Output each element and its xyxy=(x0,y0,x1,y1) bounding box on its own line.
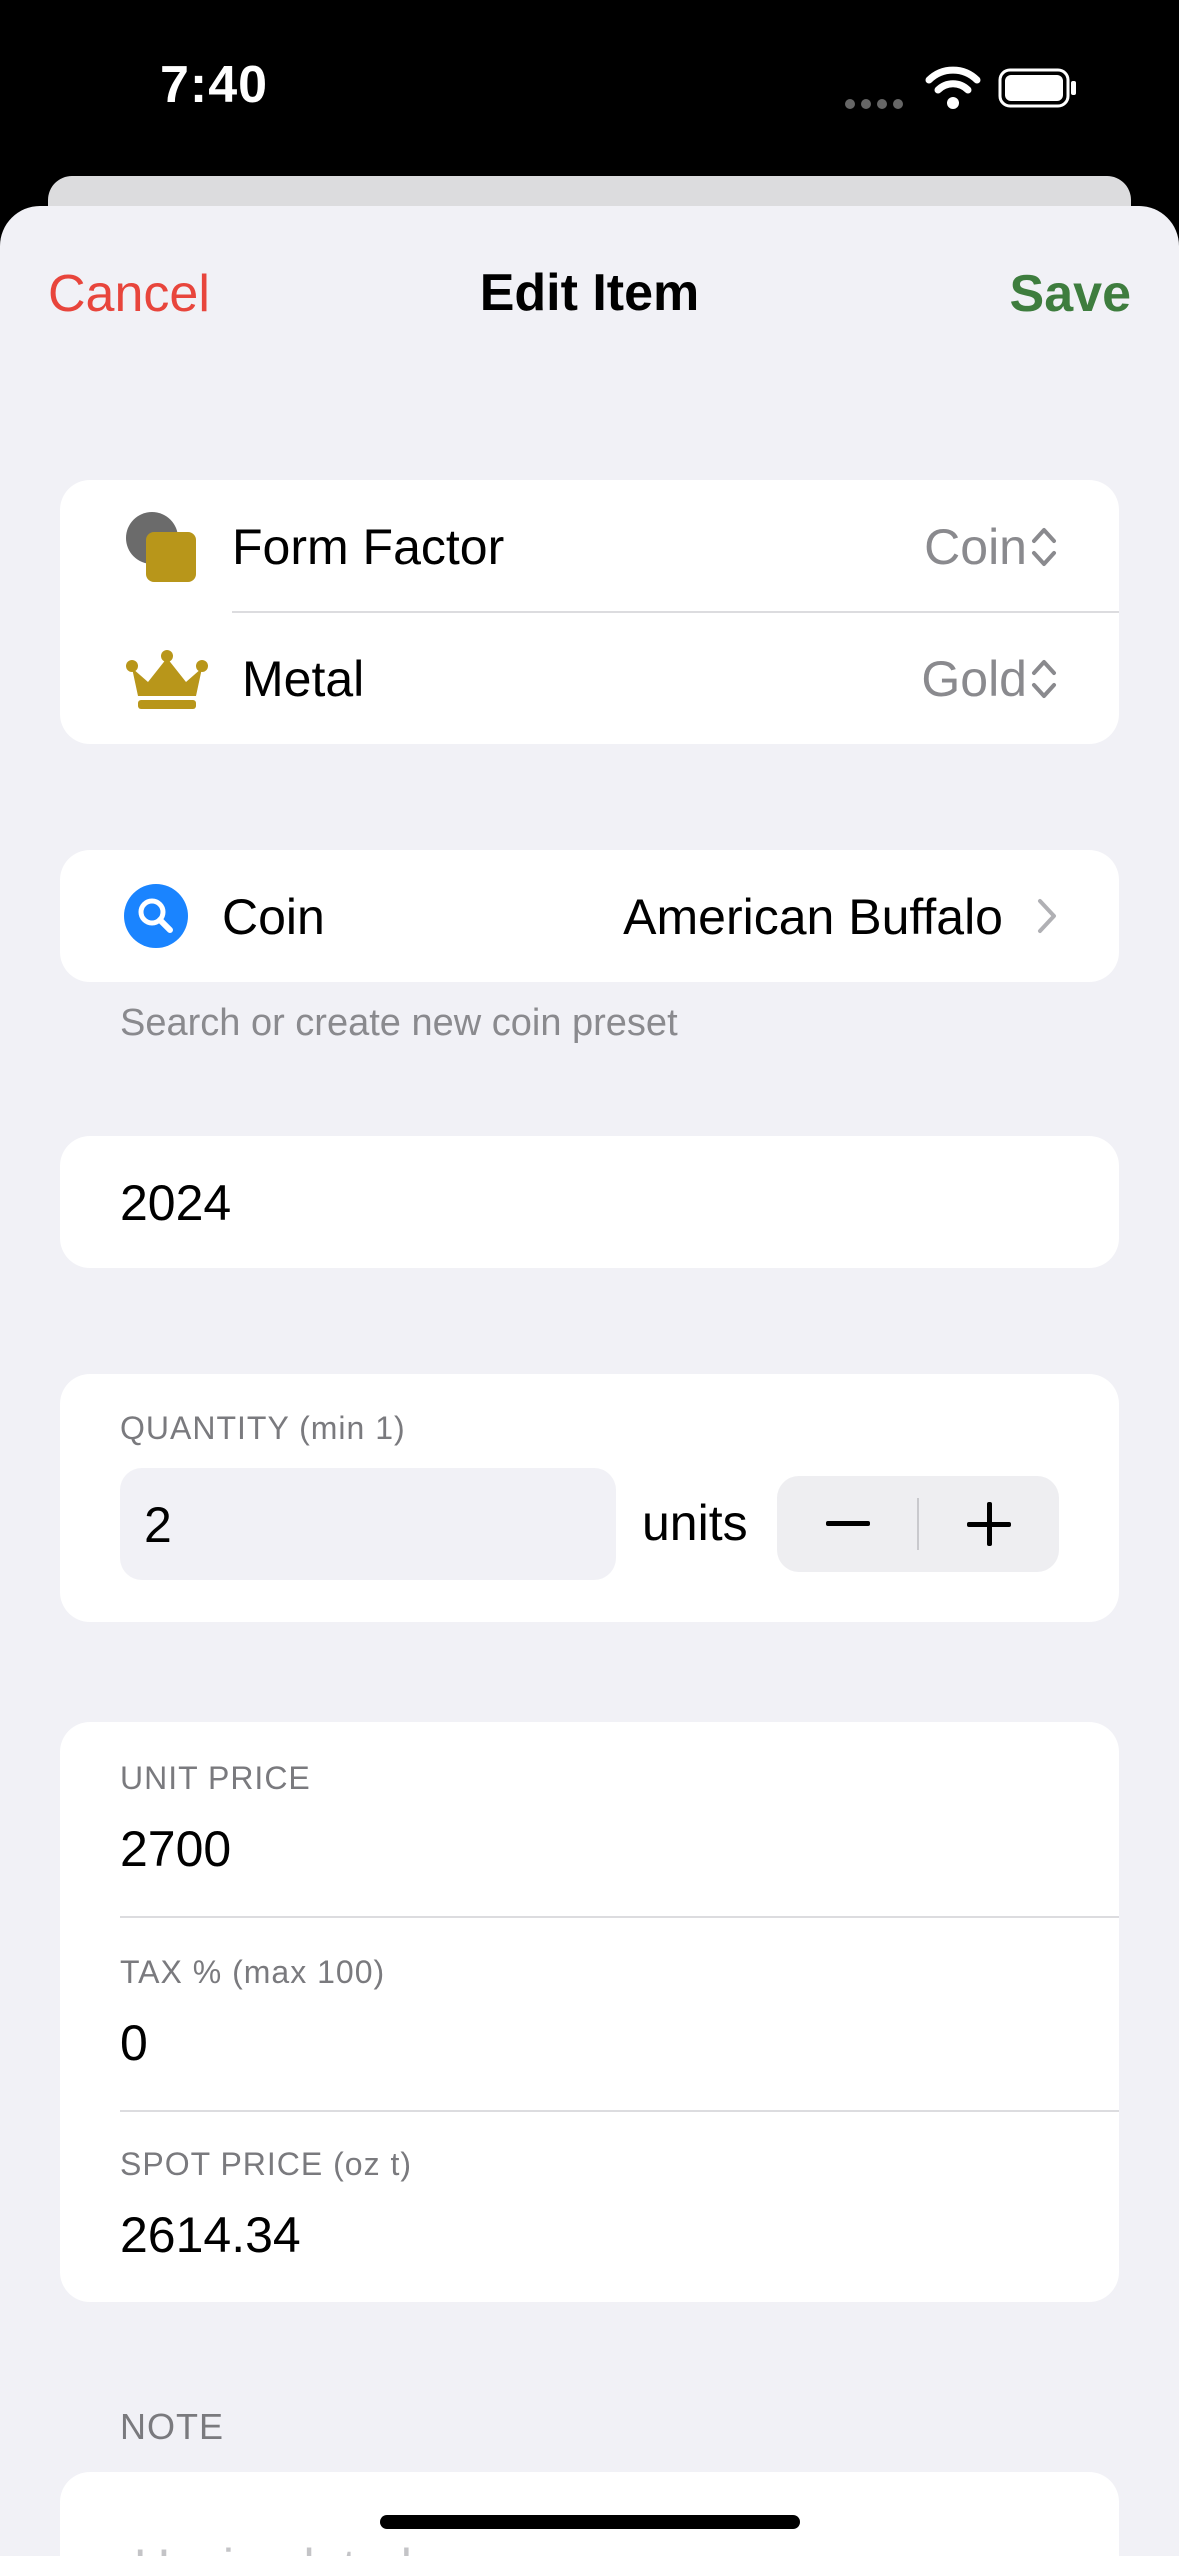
status-bar: 7:40 xyxy=(0,0,1179,190)
coin-label: Coin xyxy=(222,889,325,945)
battery-icon xyxy=(998,68,1076,108)
metal-label: Metal xyxy=(242,651,365,707)
unit-price-field[interactable]: 2700 xyxy=(120,1820,231,1878)
coin-preset-card[interactable]: Coin American Buffalo xyxy=(60,850,1119,982)
pricing-card: UNIT PRICE 2700 TAX % (max 100) 0 SPOT P… xyxy=(60,1722,1119,2302)
metal-row[interactable]: Metal Gold xyxy=(60,612,1119,744)
note-label: NOTE xyxy=(120,2406,225,2447)
cellular-signal-icon xyxy=(845,96,909,114)
save-button[interactable]: Save xyxy=(1010,264,1131,324)
row-divider xyxy=(120,2110,1119,2112)
status-time: 7:40 xyxy=(160,56,269,114)
form-factor-value[interactable]: Coin xyxy=(924,518,1027,576)
form-factor-row[interactable]: Form Factor Coin xyxy=(60,480,1119,612)
form-factor-label: Form Factor xyxy=(232,519,505,575)
page-title: Edit Item xyxy=(479,264,700,322)
quantity-stepper[interactable] xyxy=(777,1476,1059,1572)
row-divider xyxy=(120,1916,1119,1918)
decrement-button[interactable] xyxy=(777,1476,918,1572)
spot-price-label: SPOT PRICE (oz t) xyxy=(120,2146,413,2182)
quantity-input[interactable]: 2 xyxy=(120,1468,616,1580)
crown-icon xyxy=(126,650,208,709)
edit-item-sheet: Cancel Edit Item Save Form Factor Coin M… xyxy=(0,206,1179,2556)
minus-icon xyxy=(825,1521,870,1526)
tax-label: TAX % (max 100) xyxy=(120,1954,386,1990)
increment-button[interactable] xyxy=(918,1476,1059,1572)
quantity-value: 2 xyxy=(144,1497,172,1553)
chevron-up-down-icon xyxy=(1032,528,1056,566)
tax-field[interactable]: 0 xyxy=(120,2014,148,2072)
quantity-label: QUANTITY (min 1) xyxy=(120,1410,406,1446)
units-label: units xyxy=(642,1495,748,1551)
home-indicator xyxy=(380,2515,800,2529)
unit-price-label: UNIT PRICE xyxy=(120,1760,311,1796)
year-card[interactable]: 2024 xyxy=(60,1136,1119,1268)
chevron-right-icon xyxy=(1038,899,1056,933)
spot-price-field[interactable]: 2614.34 xyxy=(120,2206,301,2264)
chevron-up-down-icon xyxy=(1032,660,1056,698)
note-card[interactable]: Uncirculated xyxy=(60,2472,1119,2556)
navigation-bar: Cancel Edit Item Save xyxy=(0,206,1179,386)
search-icon xyxy=(124,884,188,948)
type-card: Form Factor Coin Metal Gold xyxy=(60,480,1119,744)
plus-icon xyxy=(966,1502,1011,1546)
coin-preset-caption: Search or create new coin preset xyxy=(120,1002,678,1044)
wifi-icon xyxy=(925,66,981,109)
metal-value[interactable]: Gold xyxy=(921,650,1027,708)
year-field[interactable]: 2024 xyxy=(120,1174,231,1232)
coin-value: American Buffalo xyxy=(623,889,1003,945)
form-factor-icon xyxy=(126,512,196,582)
note-field[interactable]: Uncirculated xyxy=(134,2538,412,2556)
quantity-card: QUANTITY (min 1) 2 units xyxy=(60,1374,1119,1622)
